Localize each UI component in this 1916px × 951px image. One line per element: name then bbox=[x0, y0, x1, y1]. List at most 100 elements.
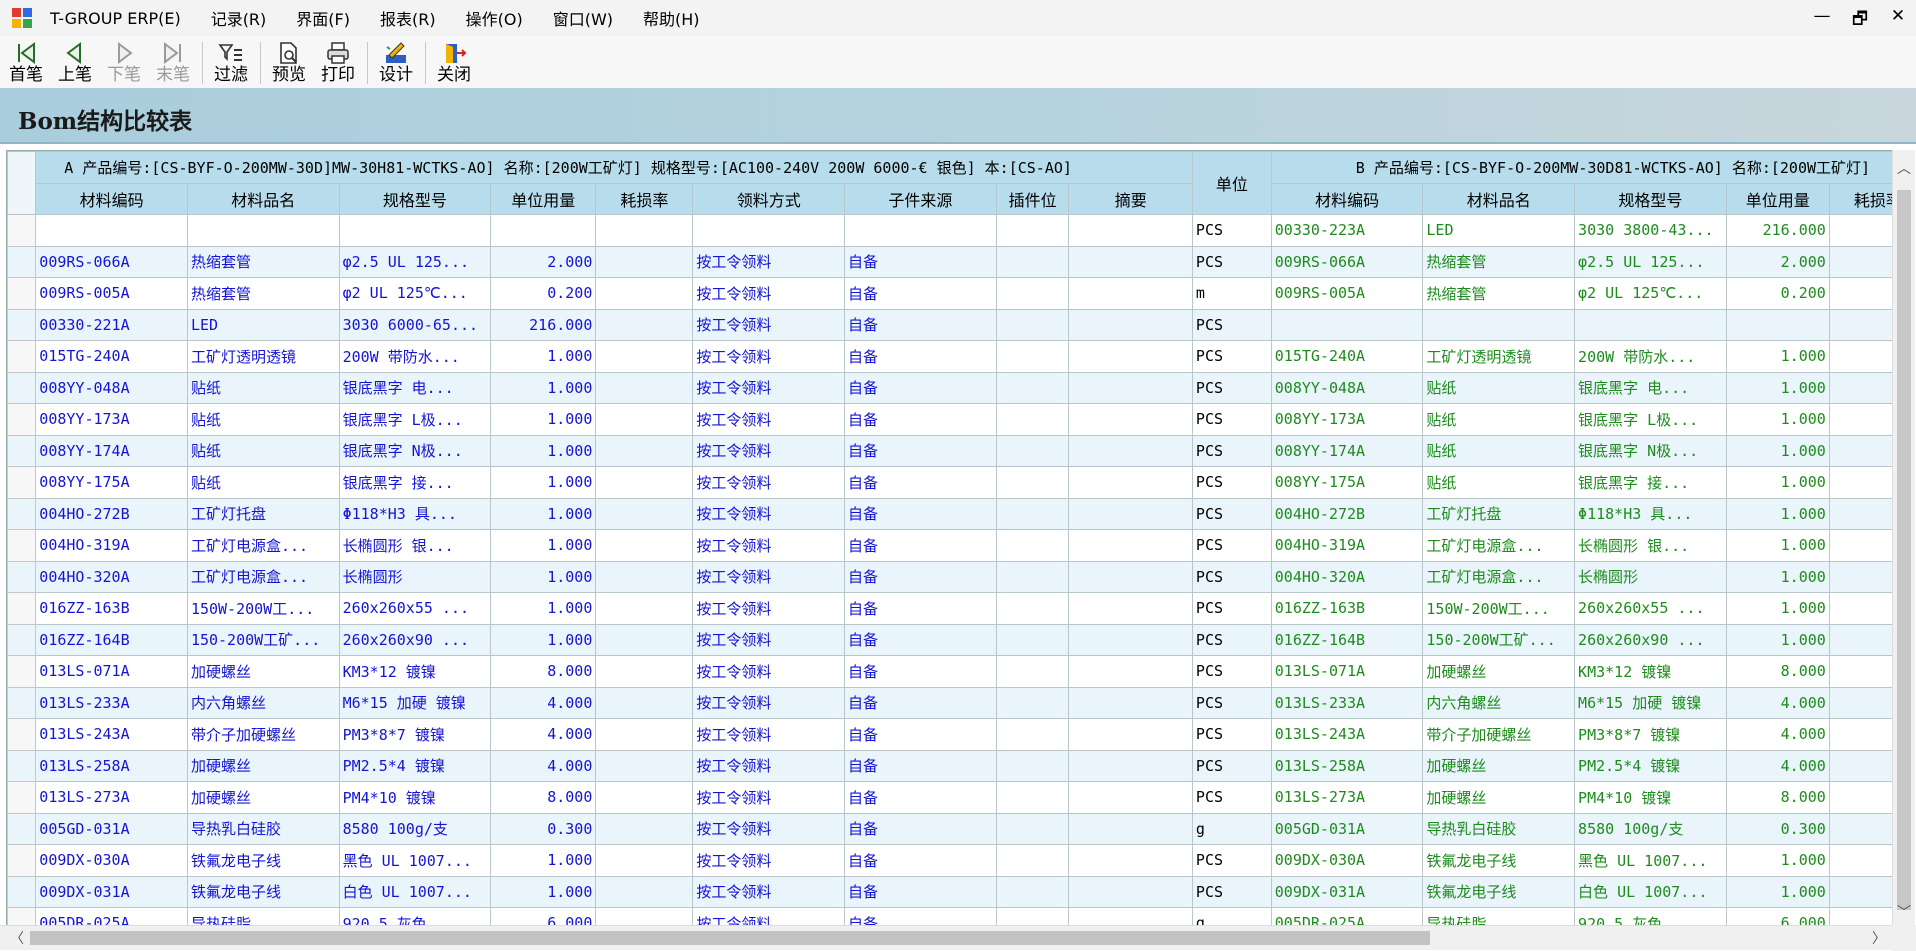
col-header-a-qty[interactable]: 单位用量 bbox=[490, 182, 597, 215]
cell-b-qty[interactable]: 1.000 bbox=[1725, 371, 1830, 404]
cell-unit[interactable]: PCS bbox=[1191, 340, 1272, 373]
cell-b-name[interactable]: 热缩套管 bbox=[1422, 245, 1576, 278]
cell-a-spec[interactable]: 长椭圆形 银... bbox=[338, 529, 492, 562]
cell-a-pos[interactable] bbox=[995, 371, 1070, 404]
menu-interface[interactable]: 界面(F) bbox=[296, 6, 350, 30]
cell-unit[interactable]: PCS bbox=[1191, 592, 1272, 625]
cell-a-name[interactable]: 贴纸 bbox=[186, 371, 340, 404]
cell-b-code[interactable]: 013LS-243A bbox=[1270, 718, 1424, 751]
cell-a-method[interactable]: 按工令领料 bbox=[692, 434, 846, 467]
cell-b-qty[interactable]: 8.000 bbox=[1725, 781, 1830, 814]
cell-a-qty[interactable]: 1.000 bbox=[490, 497, 597, 530]
cell-a-qty[interactable]: 216.000 bbox=[490, 308, 597, 341]
cell-a-pos[interactable] bbox=[995, 623, 1070, 656]
cell-a-method[interactable]: 按工令领料 bbox=[692, 844, 846, 877]
cell-a-qty[interactable]: 2.000 bbox=[490, 245, 597, 278]
col-header-a-code[interactable]: 材料编码 bbox=[35, 182, 188, 215]
cell-a-pos[interactable] bbox=[995, 812, 1070, 845]
cell-a-spec[interactable]: KM3*12 镀镍 bbox=[338, 655, 492, 688]
cell-a-loss[interactable] bbox=[595, 214, 694, 247]
cell-a-loss[interactable] bbox=[595, 497, 694, 530]
cell-a-loss[interactable] bbox=[595, 812, 694, 845]
cell-a-name[interactable]: 150-200W工矿... bbox=[186, 623, 340, 656]
cell-a-spec[interactable]: 3030 6000-65... bbox=[338, 308, 492, 341]
cell-b-name[interactable]: 工矿灯电源盒... bbox=[1422, 529, 1576, 562]
cell-b-loss[interactable] bbox=[1828, 686, 1893, 719]
cell-a-memo[interactable] bbox=[1068, 592, 1193, 625]
first-record-button[interactable]: 首笔 bbox=[2, 40, 50, 88]
cell-a-name[interactable]: 加硬螺丝 bbox=[186, 781, 340, 814]
cell-b-qty[interactable]: 1.000 bbox=[1725, 623, 1830, 656]
cell-a-name[interactable]: 铁氟龙电子线 bbox=[186, 875, 340, 908]
cell-b-qty[interactable]: 4.000 bbox=[1725, 718, 1830, 751]
cell-a-name[interactable]: 工矿灯托盘 bbox=[186, 497, 340, 530]
cell-a-name[interactable]: 热缩套管 bbox=[186, 245, 340, 278]
cell-a-source[interactable]: 自备 bbox=[844, 812, 997, 845]
cell-a-memo[interactable] bbox=[1068, 812, 1193, 845]
cell-b-name[interactable]: 贴纸 bbox=[1422, 466, 1576, 499]
cell-b-spec[interactable]: 260x260x55 ... bbox=[1574, 592, 1727, 625]
cell-a-spec[interactable]: 260x260x55 ... bbox=[338, 592, 492, 625]
cell-unit[interactable]: g bbox=[1191, 812, 1272, 845]
table-row[interactable]: 00330-221A LED 3030 6000-65... 216.000 按工令领料… bbox=[7, 308, 1893, 341]
cell-a-spec[interactable]: PM3*8*7 镀镍 bbox=[338, 718, 492, 751]
cell-unit[interactable]: PCS bbox=[1191, 560, 1272, 593]
cell-b-name[interactable]: 工矿灯透明透镜 bbox=[1422, 340, 1576, 373]
cell-b-spec[interactable]: 长椭圆形 bbox=[1574, 560, 1727, 593]
cell-a-spec[interactable]: 8580 100g/支 bbox=[338, 812, 492, 845]
row-selector[interactable] bbox=[7, 497, 37, 530]
cell-a-method[interactable]: 按工令领料 bbox=[692, 623, 846, 656]
cell-a-qty[interactable]: 1.000 bbox=[490, 844, 597, 877]
cell-a-source[interactable]: 自备 bbox=[844, 592, 997, 625]
cell-b-qty[interactable]: 8.000 bbox=[1725, 655, 1830, 688]
cell-a-code[interactable]: 013LS-258A bbox=[35, 749, 188, 782]
cell-a-qty[interactable]: 8.000 bbox=[490, 655, 597, 688]
cell-a-method[interactable]: 按工令领料 bbox=[692, 812, 846, 845]
cell-b-loss[interactable] bbox=[1828, 781, 1893, 814]
cell-b-spec[interactable]: 银底黑字 L极... bbox=[1574, 403, 1727, 436]
cell-a-loss[interactable] bbox=[595, 308, 694, 341]
table-row[interactable]: 004HO-319A 工矿灯电源盒... 长椭圆形 银... 1.000 按工令领料 自备… bbox=[7, 529, 1893, 562]
col-header-b-spec[interactable]: 规格型号 bbox=[1574, 182, 1727, 215]
cell-b-loss[interactable] bbox=[1828, 718, 1893, 751]
cell-a-qty[interactable]: 1.000 bbox=[490, 434, 597, 467]
print-button[interactable]: 打印 bbox=[314, 40, 362, 88]
cell-a-source[interactable]: 自备 bbox=[844, 749, 997, 782]
cell-b-qty[interactable]: 1.000 bbox=[1725, 529, 1830, 562]
cell-b-spec[interactable]: 银底黑字 接... bbox=[1574, 466, 1727, 499]
cell-b-name[interactable]: LED bbox=[1422, 214, 1576, 247]
cell-unit[interactable]: PCS bbox=[1191, 529, 1272, 562]
cell-b-name[interactable]: 工矿灯托盘 bbox=[1422, 497, 1576, 530]
cell-a-qty[interactable]: 1.000 bbox=[490, 340, 597, 373]
cell-a-source[interactable]: 自备 bbox=[844, 560, 997, 593]
cell-a-code[interactable]: 013LS-071A bbox=[35, 655, 188, 688]
cell-a-spec[interactable]: 银底黑字 N极... bbox=[338, 434, 492, 467]
cell-b-loss[interactable] bbox=[1828, 214, 1893, 247]
cell-b-loss[interactable] bbox=[1828, 560, 1893, 593]
table-row[interactable]: 013LS-258A 加硬螺丝 PM2.5*4 镀镍 4.000 按工令领料 自备 PCS 0… bbox=[7, 749, 1893, 782]
row-selector[interactable] bbox=[7, 308, 37, 341]
vertical-scrollbar[interactable]: ︿ ﹀ bbox=[1892, 150, 1915, 926]
cell-b-spec[interactable]: KM3*12 镀镍 bbox=[1574, 655, 1727, 688]
cell-b-loss[interactable] bbox=[1828, 497, 1893, 530]
cell-a-code[interactable]: 009DX-031A bbox=[35, 875, 188, 908]
cell-b-name[interactable]: 铁氟龙电子线 bbox=[1422, 875, 1576, 908]
cell-a-name[interactable]: 导热硅脂 bbox=[186, 907, 340, 925]
cell-a-loss[interactable] bbox=[595, 340, 694, 373]
cell-b-qty[interactable]: 0.300 bbox=[1725, 812, 1830, 845]
cell-b-name[interactable]: 加硬螺丝 bbox=[1422, 749, 1576, 782]
cell-b-name[interactable]: 贴纸 bbox=[1422, 403, 1576, 436]
cell-a-memo[interactable] bbox=[1068, 560, 1193, 593]
cell-a-pos[interactable] bbox=[995, 592, 1070, 625]
cell-a-name[interactable]: 导热乳白硅胶 bbox=[186, 812, 340, 845]
cell-a-loss[interactable] bbox=[595, 560, 694, 593]
row-selector[interactable] bbox=[7, 749, 37, 782]
cell-a-source[interactable]: 自备 bbox=[844, 781, 997, 814]
cell-a-loss[interactable] bbox=[595, 844, 694, 877]
table-row[interactable]: PCS 00330-223A LED 3030 3800-43... 216.000 bbox=[7, 214, 1893, 247]
cell-unit[interactable]: PCS bbox=[1191, 245, 1272, 278]
close-window-icon[interactable]: ✕ bbox=[1888, 6, 1908, 35]
cell-a-qty[interactable]: 0.200 bbox=[490, 277, 597, 310]
cell-b-qty[interactable]: 1.000 bbox=[1725, 592, 1830, 625]
cell-a-name[interactable]: 工矿灯电源盒... bbox=[186, 560, 340, 593]
